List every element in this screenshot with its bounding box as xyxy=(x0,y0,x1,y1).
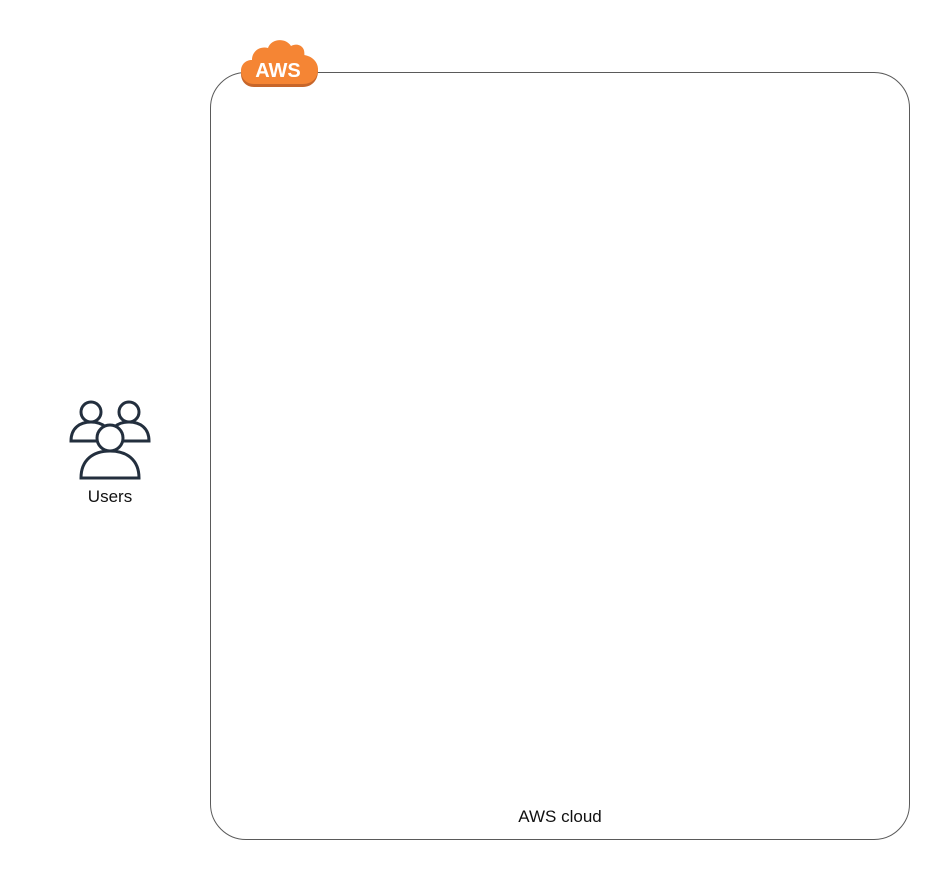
aws-cloud-group[interactable]: AWS cloud xyxy=(210,72,910,840)
users-label: Users xyxy=(87,487,133,506)
users-icon[interactable] xyxy=(66,398,154,482)
aws-logo-text: AWS xyxy=(255,60,301,82)
user-center-icon xyxy=(79,449,141,480)
diagram-canvas: AWS cloud AWS Users xyxy=(0,0,950,880)
user-left-head-icon xyxy=(79,400,103,424)
aws-cloud-group-label: AWS cloud xyxy=(518,807,602,826)
aws-cloud-logo-icon: AWS xyxy=(241,40,318,87)
user-center-head-icon xyxy=(95,423,125,453)
user-right-head-icon xyxy=(117,400,141,424)
